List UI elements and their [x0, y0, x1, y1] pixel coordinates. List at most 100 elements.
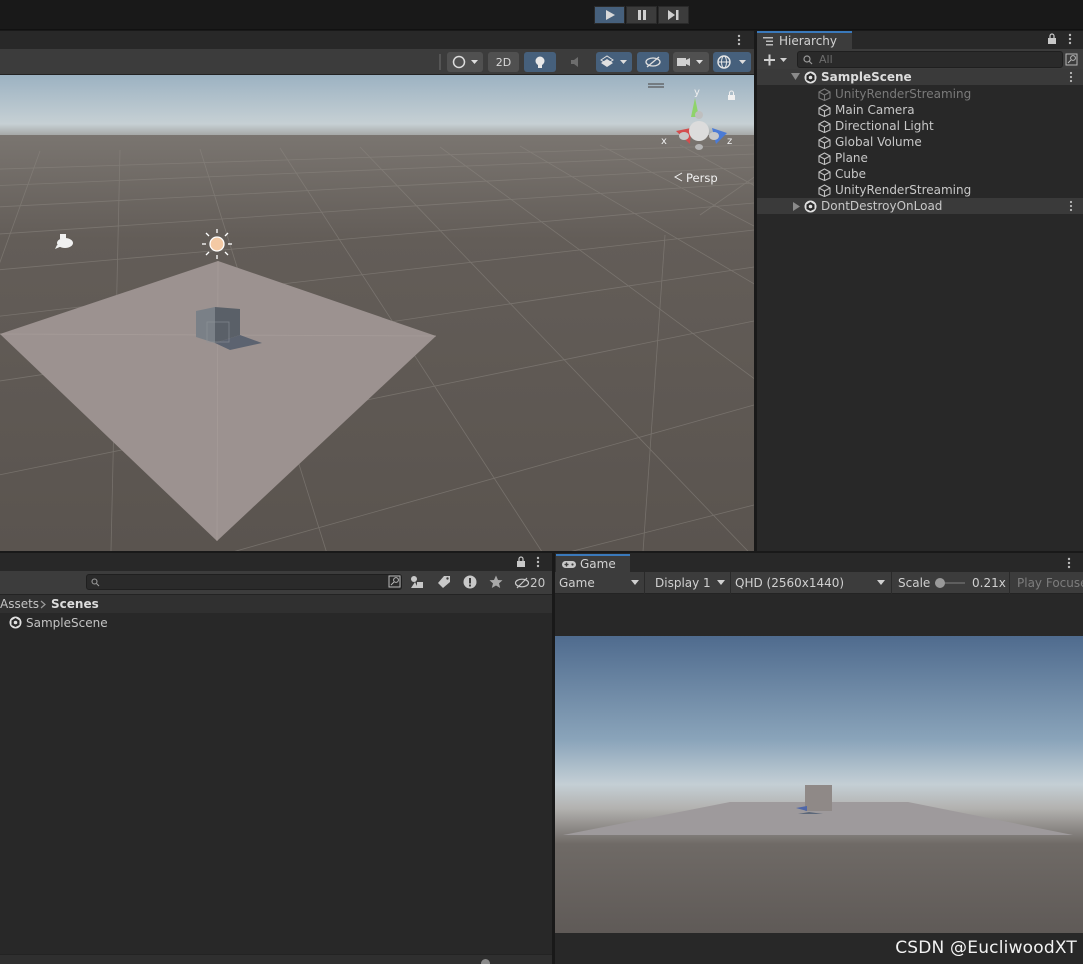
resolution-value: QHD (2560x1440) — [735, 576, 845, 590]
search-by-type-icon[interactable] — [388, 575, 401, 591]
dont-destroy-on-load-row[interactable]: DontDestroyOnLoad — [757, 198, 1083, 214]
resolution-dropdown[interactable]: QHD (2560x1440) — [731, 574, 890, 592]
hierarchy-search-input[interactable]: All — [797, 51, 1063, 68]
play-button[interactable] — [594, 6, 625, 24]
draw-mode-dropdown[interactable] — [447, 52, 483, 72]
hierarchy-item[interactable]: Global Volume — [757, 134, 1083, 150]
hierarchy-list-icon — [763, 37, 773, 46]
toolbar-grip — [439, 54, 441, 70]
kebab-menu-icon[interactable] — [1068, 32, 1072, 49]
project-toolbar: 20 — [0, 571, 552, 595]
kebab-menu-icon[interactable] — [1069, 200, 1073, 212]
filter-by-type-icon[interactable] — [410, 575, 426, 592]
list-item[interactable]: SampleScene — [0, 615, 300, 631]
hierarchy-toolbar: All — [757, 49, 1083, 71]
audio-toggle-button[interactable] — [561, 52, 591, 72]
hierarchy-item-label: UnityRenderStreaming — [835, 183, 972, 197]
gizmo-z-label: z — [727, 136, 732, 147]
game-mode-value: Game — [559, 576, 595, 590]
scene-visibility-toggle[interactable] — [637, 52, 669, 72]
hierarchy-item[interactable]: Directional Light — [757, 118, 1083, 134]
tab-game[interactable]: Game — [556, 554, 630, 572]
kebab-menu-icon[interactable] — [1067, 556, 1071, 573]
hierarchy-item[interactable]: UnityRenderStreaming — [757, 86, 1083, 102]
chevron-down-icon — [877, 580, 885, 585]
game-viewport[interactable] — [555, 636, 1083, 933]
gizmo-x-label: x — [661, 136, 667, 147]
gizmo-y-label: y — [694, 87, 700, 98]
camera-settings-dropdown[interactable] — [673, 52, 709, 72]
hierarchy-item-label: Cube — [835, 167, 866, 181]
audio-icon — [571, 57, 578, 67]
lock-icon[interactable] — [1047, 33, 1057, 48]
warning-filter-icon[interactable] — [463, 575, 477, 592]
effects-icon — [600, 55, 627, 67]
kebab-menu-icon[interactable] — [737, 33, 741, 50]
2d-toggle-button[interactable]: 2D — [488, 52, 519, 72]
plus-icon — [764, 54, 787, 66]
search-icon — [91, 578, 100, 587]
gameobject-cube-icon — [818, 88, 831, 101]
scene-name: SampleScene — [821, 70, 912, 84]
eye-hidden-icon — [514, 577, 530, 589]
favorites-star-icon[interactable] — [489, 575, 503, 592]
play-icon — [605, 10, 615, 20]
pause-icon — [637, 10, 646, 20]
game-render — [555, 636, 1083, 933]
project-search-input[interactable] — [86, 574, 402, 590]
project-footer — [0, 954, 552, 964]
game-mode-dropdown[interactable]: Game — [555, 574, 643, 592]
search-icon — [803, 55, 813, 65]
gizmos-globe-icon — [717, 55, 746, 69]
scene-search-icon[interactable] — [1065, 53, 1078, 69]
effects-dropdown[interactable] — [596, 52, 632, 72]
kebab-menu-icon[interactable] — [536, 555, 540, 572]
icon-size-slider-handle[interactable] — [481, 959, 490, 964]
chevron-right-icon — [40, 600, 46, 609]
breadcrumb-assets[interactable]: Assets — [0, 595, 39, 613]
scale-label: Scale — [898, 576, 931, 590]
hierarchy-item-label: UnityRenderStreaming — [835, 87, 972, 101]
lightbulb-icon — [535, 56, 545, 68]
hierarchy-item[interactable]: Plane — [757, 150, 1083, 166]
unity-scene-icon — [804, 200, 817, 213]
game-tab-label: Game — [580, 557, 616, 571]
step-button[interactable] — [658, 6, 689, 24]
gameobject-cube-icon — [818, 168, 831, 181]
eye-hidden-icon — [645, 56, 661, 68]
unity-scene-icon — [804, 71, 817, 84]
tab-hierarchy[interactable]: Hierarchy — [757, 31, 852, 49]
scene-tab-strip — [0, 31, 754, 49]
hierarchy-item[interactable]: Cube — [757, 166, 1083, 182]
perspective-label[interactable]: Persp — [686, 171, 718, 185]
lock-icon[interactable] — [516, 556, 526, 571]
display-dropdown[interactable]: Display 1 — [651, 574, 729, 592]
hierarchy-item[interactable]: Main Camera — [757, 102, 1083, 118]
hierarchy-item[interactable]: UnityRenderStreaming — [757, 182, 1083, 198]
file-label: SampleScene — [26, 616, 108, 630]
pause-button[interactable] — [626, 6, 657, 24]
add-object-dropdown[interactable] — [763, 53, 789, 70]
hidden-packages-toggle[interactable]: 20 — [514, 574, 545, 592]
breadcrumb: Assets Scenes — [0, 595, 552, 613]
shading-mode-icon — [452, 55, 478, 69]
scene-viewport[interactable]: y x z Persp — [0, 75, 754, 551]
filter-by-label-icon[interactable] — [437, 575, 451, 592]
scene-row[interactable]: SampleScene — [757, 69, 1083, 85]
display-value: Display 1 — [655, 576, 711, 590]
scale-slider-handle[interactable] — [935, 578, 945, 588]
collapse-arrow-icon[interactable] — [793, 202, 800, 211]
lighting-toggle-button[interactable] — [524, 52, 556, 72]
kebab-menu-icon[interactable] — [1069, 71, 1073, 83]
hidden-packages-count: 20 — [530, 576, 546, 590]
unity-scene-icon — [9, 616, 22, 629]
breadcrumb-scenes[interactable]: Scenes — [51, 595, 99, 613]
chevron-down-icon — [631, 580, 639, 585]
expand-arrow-icon[interactable] — [791, 73, 800, 81]
gizmos-dropdown[interactable] — [713, 52, 751, 72]
chevron-down-icon — [717, 580, 725, 585]
play-focused-dropdown[interactable]: Play Focuse — [1013, 574, 1083, 592]
dont-destroy-label: DontDestroyOnLoad — [821, 199, 943, 213]
hierarchy-item-label: Plane — [835, 151, 868, 165]
gameobject-cube-icon — [818, 136, 831, 149]
